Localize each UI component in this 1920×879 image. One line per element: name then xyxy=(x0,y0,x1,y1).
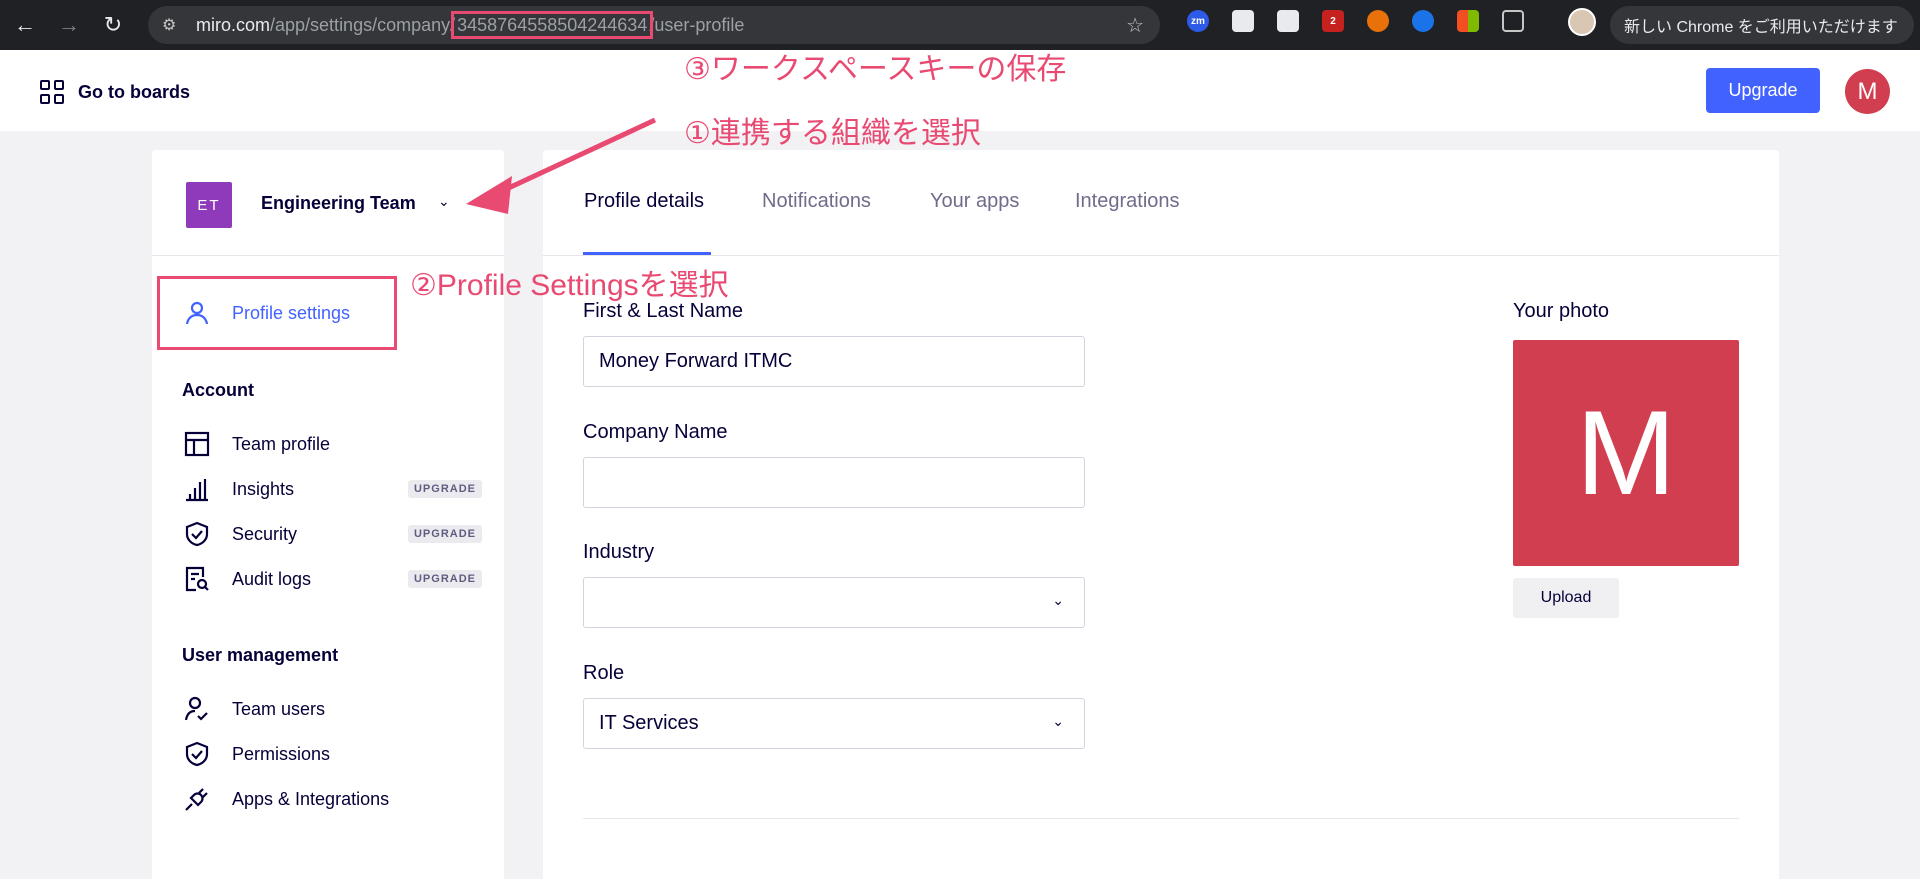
annotation-arrow xyxy=(466,117,657,214)
